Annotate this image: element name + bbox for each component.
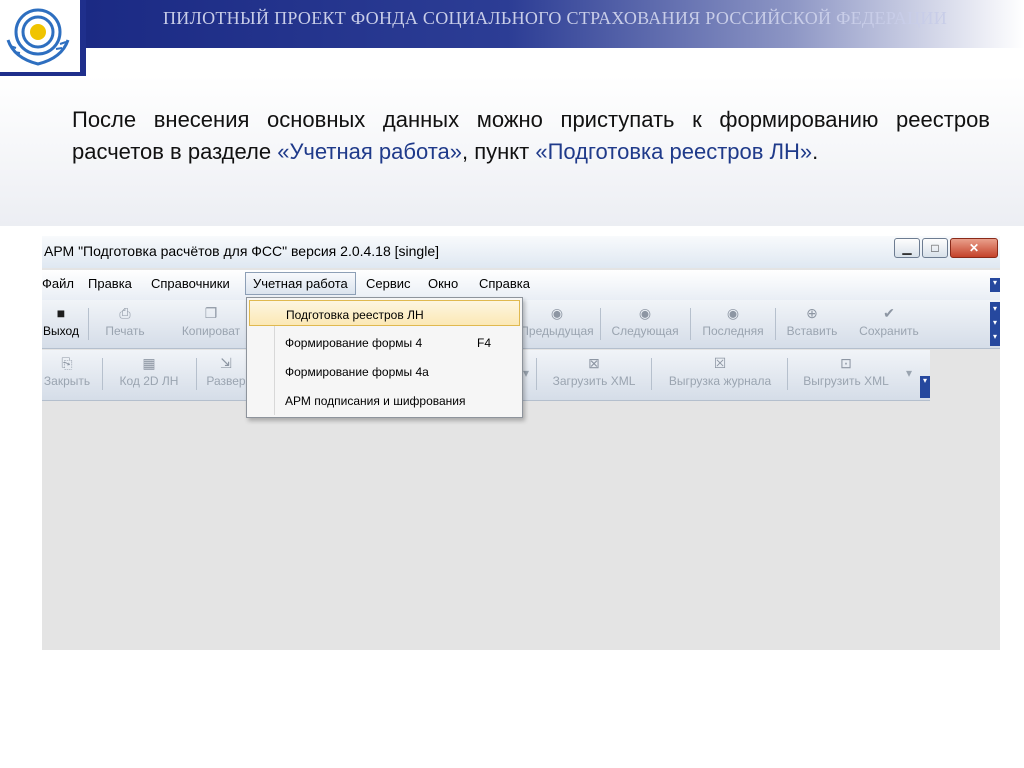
menu-item-prepare-registers[interactable]: Подготовка реестров ЛН (249, 300, 520, 326)
toolbar-separator (536, 358, 537, 390)
menu-item-shortcut: F4 (477, 336, 492, 350)
code-2d-button[interactable]: ▦ Код 2D ЛН (112, 354, 186, 388)
menu-file[interactable]: Файл (42, 276, 74, 291)
intro-text-part2: , пункт (462, 139, 536, 164)
next-button[interactable]: ◉ Следующая (606, 304, 684, 338)
toolbar-separator (600, 308, 601, 340)
export-xml-button[interactable]: ⊡ Выгрузить XML (796, 354, 896, 388)
exit-door-icon: ■ (56, 305, 66, 321)
accounting-work-dropdown: Подготовка реестров ЛН Формирование форм… (246, 297, 523, 418)
window-title: АРМ "Подготовка расчётов для ФСС" версия… (44, 243, 440, 259)
menu-item-label: АРМ подписания и шифрования (285, 394, 466, 408)
close-doc-icon: ⎘ (61, 355, 73, 371)
expand-label: Развер (206, 374, 246, 388)
export-xml-label: Выгрузить XML (803, 374, 889, 388)
maximize-button[interactable]: □ (922, 238, 948, 258)
intro-text-part3: . (812, 139, 819, 164)
slide-title-bar: ПИЛОТНЫЙ ПРОЕКТ ФОНДА СОЦИАЛЬНОГО СТРАХО… (86, 0, 1024, 48)
slide-title: ПИЛОТНЫЙ ПРОЕКТ ФОНДА СОЦИАЛЬНОГО СТРАХО… (162, 8, 948, 28)
intro-highlight-item: «Подготовка реестров ЛН» (535, 139, 813, 164)
menu-edit[interactable]: Правка (88, 276, 132, 291)
last-button[interactable]: ◉ Последняя (697, 304, 769, 338)
dropdown-arrow-icon[interactable]: ▾ (902, 366, 916, 380)
save-button[interactable]: ✔ Сохранить (854, 304, 924, 338)
insert-plus-icon: ⊕ (806, 305, 818, 321)
export-journal-button[interactable]: ☒ Выгрузка журнала (660, 354, 780, 388)
fss-emblem-icon (6, 8, 70, 66)
menu-item-signing-arm[interactable]: АРМ подписания и шифрования (249, 387, 520, 413)
exit-button[interactable]: ■ Выход (42, 304, 80, 338)
toolbar-separator (690, 308, 691, 340)
toolbar-separator (775, 308, 776, 340)
copy-button[interactable]: ❐ Копироват (176, 304, 246, 338)
menu-item-label: Формирование формы 4а (285, 365, 429, 379)
minimize-button[interactable]: ▁ (894, 238, 920, 258)
toolbar-overflow-chevron-icon[interactable]: ▾ ▾ ▾ (990, 302, 1000, 346)
toolbar-separator (102, 358, 103, 390)
menu-references[interactable]: Справочники (151, 276, 230, 291)
close-window-button[interactable]: ✕ (950, 238, 998, 258)
intro-highlight-section: «Учетная работа» (277, 139, 463, 164)
last-circle-icon: ◉ (726, 305, 740, 321)
expand-button[interactable]: ⇲ Развер (204, 354, 248, 388)
workspace-area (42, 401, 1000, 650)
last-label: Последняя (702, 324, 764, 338)
menu-accounting-work[interactable]: Учетная работа (245, 272, 356, 295)
menu-overflow-chevron-icon[interactable]: ▾ (990, 278, 1000, 292)
menu-window[interactable]: Окно (428, 276, 458, 291)
printer-icon: ⎙ (119, 305, 131, 321)
load-xml-button[interactable]: ⊠ Загрузить XML (546, 354, 642, 388)
menu-help[interactable]: Справка (479, 276, 530, 291)
close-doc-button[interactable]: ⎘ Закрыть (42, 354, 92, 388)
toolbar2-overflow-chevron-icon[interactable]: ▾ (920, 376, 930, 398)
previous-circle-icon: ◉ (550, 305, 564, 321)
previous-label: Предыдущая (520, 324, 594, 338)
intro-paragraph: После внесения основных данных можно при… (72, 104, 990, 168)
save-label: Сохранить (859, 324, 919, 338)
export-journal-label: Выгрузка журнала (668, 374, 772, 388)
toolbar-separator (787, 358, 788, 390)
insert-label: Вставить (786, 324, 838, 338)
insert-button[interactable]: ⊕ Вставить (782, 304, 842, 338)
copy-label: Копироват (181, 324, 241, 338)
toolbar-separator (88, 308, 89, 340)
toolbar-separator (196, 358, 197, 390)
load-xml-icon: ⊠ (588, 355, 600, 371)
code-2d-label: Код 2D ЛН (119, 374, 179, 388)
export-journal-icon: ☒ (713, 355, 727, 371)
export-xml-icon: ⊡ (840, 355, 852, 371)
print-button[interactable]: ⎙ Печать (100, 304, 150, 338)
next-label: Следующая (611, 324, 679, 338)
toolbar-separator (651, 358, 652, 390)
expand-icon: ⇲ (220, 355, 232, 371)
copy-icon: ❐ (204, 305, 218, 321)
print-label: Печать (105, 324, 145, 338)
barcode-icon: ▦ (142, 355, 156, 371)
previous-button[interactable]: ◉ Предыдущая (518, 304, 596, 338)
fss-logo (0, 0, 80, 72)
next-circle-icon: ◉ (638, 305, 652, 321)
menu-item-label: Подготовка реестров ЛН (286, 308, 424, 322)
save-check-icon: ✔ (883, 305, 895, 321)
menu-item-form-4a[interactable]: Формирование формы 4а (249, 358, 520, 384)
menu-item-label: Формирование формы 4 (285, 336, 423, 350)
exit-label: Выход (43, 324, 79, 338)
menu-item-form-4[interactable]: Формирование формы 4 F4 (249, 329, 520, 355)
window-titlebar: АРМ "Подготовка расчётов для ФСС" версия… (42, 236, 1000, 268)
close-doc-label: Закрыть (43, 374, 91, 388)
load-xml-label: Загрузить XML (552, 374, 636, 388)
menu-service[interactable]: Сервис (366, 276, 411, 291)
